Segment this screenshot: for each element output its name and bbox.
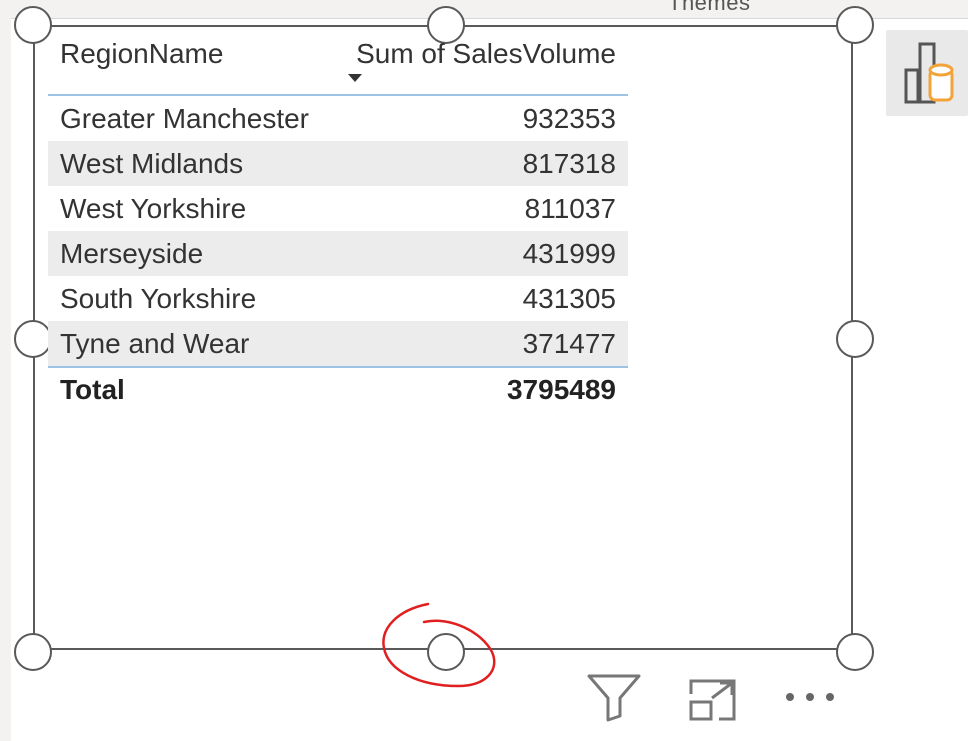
data-table-icon xyxy=(904,42,954,104)
column-header-region[interactable]: RegionName xyxy=(60,38,223,70)
table-header-row: RegionName Sum of SalesVolume xyxy=(48,30,628,96)
resize-handle-top-right[interactable] xyxy=(836,6,874,44)
sort-descending-icon[interactable] xyxy=(348,74,362,82)
region-cell: West Midlands xyxy=(60,148,244,179)
canvas-gutter xyxy=(0,0,11,741)
region-cell: Merseyside xyxy=(60,238,204,269)
region-cell: Tyne and Wear xyxy=(60,328,250,359)
table-row[interactable]: Tyne and Wear 371477 xyxy=(48,321,628,368)
resize-handle-bottom-left[interactable] xyxy=(14,633,52,671)
sales-cell: 431305 xyxy=(522,283,616,314)
table-row[interactable]: Merseyside 431999 xyxy=(48,231,628,276)
resize-handle-bottom-right[interactable] xyxy=(836,633,874,671)
filter-icon[interactable] xyxy=(586,672,642,722)
table-row[interactable]: South Yorkshire 431305 xyxy=(48,276,628,321)
total-label: Total xyxy=(60,374,125,405)
table-total-row: Total 3795489 xyxy=(48,368,628,414)
column-header-sales[interactable]: Sum of SalesVolume xyxy=(356,38,616,70)
side-pane-button[interactable] xyxy=(886,30,968,116)
resize-handle-top-left[interactable] xyxy=(14,6,52,44)
sales-table: RegionName Sum of SalesVolume Greater Ma… xyxy=(48,30,628,414)
ribbon-strip: Themes xyxy=(0,0,968,19)
region-cell: West Yorkshire xyxy=(60,193,247,224)
sales-cell: 932353 xyxy=(522,103,616,134)
sales-cell: 817318 xyxy=(522,148,616,179)
sales-cell: 431999 xyxy=(522,238,616,269)
resize-handle-middle-left[interactable] xyxy=(14,320,52,358)
more-options-icon[interactable] xyxy=(782,686,838,708)
region-cell: Greater Manchester xyxy=(60,103,309,134)
focus-mode-icon[interactable] xyxy=(688,678,738,722)
sales-cell: 371477 xyxy=(522,328,616,359)
sales-cell: 811037 xyxy=(524,193,616,224)
annotation-circle xyxy=(382,602,496,688)
resize-handle-middle-right[interactable] xyxy=(836,320,874,358)
themes-tab[interactable]: Themes xyxy=(668,0,750,16)
total-value: 3795489 xyxy=(506,374,616,405)
region-cell: South Yorkshire xyxy=(60,283,257,314)
table-row[interactable]: West Yorkshire 811037 xyxy=(48,186,628,231)
table-row[interactable]: Greater Manchester 932353 xyxy=(48,96,628,141)
table-row[interactable]: West Midlands 817318 xyxy=(48,141,628,186)
